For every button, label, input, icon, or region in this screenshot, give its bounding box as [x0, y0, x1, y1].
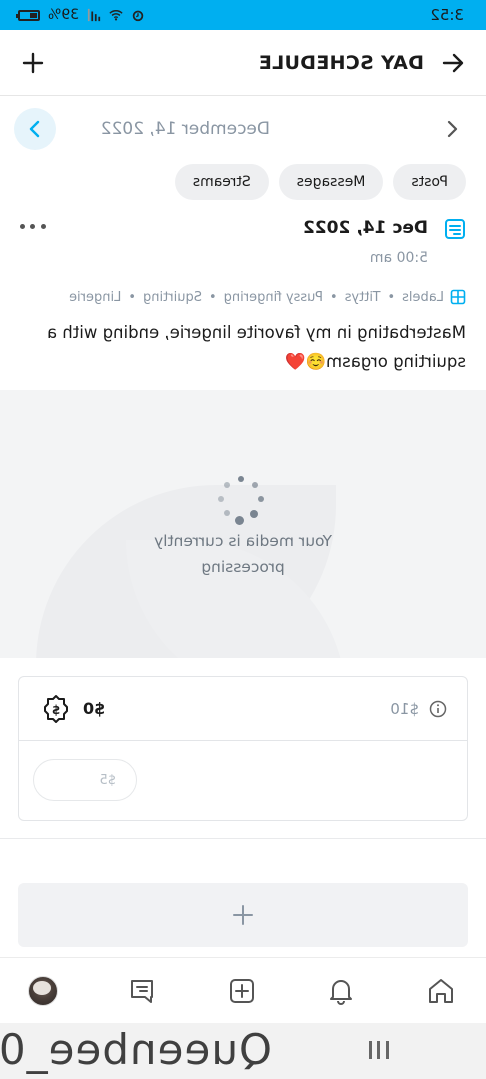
- battery-percent: 39%: [48, 7, 80, 23]
- current-price: $0: [83, 699, 106, 718]
- status-icons: 39%: [18, 7, 145, 23]
- nav-profile[interactable]: [26, 974, 60, 1008]
- menu-icon-bar: [386, 1041, 389, 1059]
- info-icon[interactable]: [429, 700, 447, 718]
- minimum-price: $10: [390, 699, 419, 718]
- bottom-navigation: [0, 957, 486, 1023]
- battery-level: [29, 12, 37, 18]
- tab-posts[interactable]: Posts: [393, 164, 466, 200]
- tab-messages[interactable]: Messages: [278, 164, 384, 200]
- chat-icon: [131, 979, 154, 1003]
- post-labels[interactable]: Labels • Tittys • Pussy fingering • Squi…: [0, 286, 486, 308]
- nav-notifications[interactable]: [325, 974, 359, 1008]
- media-placeholder: Your media is currently processing: [0, 390, 486, 658]
- signal-icon: [88, 8, 101, 22]
- plus-icon: [233, 905, 253, 925]
- next-day-button[interactable]: [14, 108, 56, 150]
- menu-icon-bar: [377, 1041, 381, 1059]
- media-status-text: Your media is currently processing: [154, 532, 332, 576]
- nav-new-post[interactable]: [225, 974, 259, 1008]
- label-item: Squirting: [143, 289, 202, 305]
- add-post-button[interactable]: [18, 883, 468, 947]
- label-item: Tittys: [344, 289, 381, 305]
- add-button[interactable]: [20, 50, 46, 76]
- separator-dot: •: [208, 289, 217, 305]
- more-icon-dot: [20, 224, 25, 229]
- plus-icon: [22, 52, 44, 73]
- label-item: Lingerie: [69, 289, 122, 305]
- menu-icon-bar: [369, 1041, 372, 1059]
- watermark-text: Queenbee_03: [0, 1025, 272, 1074]
- app-screen: 3:52 39% DAY SCHEDULE December 14, 2022 …: [0, 0, 486, 1079]
- more-icon-dot: [30, 224, 36, 229]
- more-options-button[interactable]: [20, 224, 46, 234]
- price-row: $10 $0 $: [19, 677, 467, 741]
- date-navigator: December 14, 2022: [0, 106, 486, 152]
- bell-icon: [330, 979, 353, 1005]
- home-icon: [429, 978, 453, 1003]
- post-icon: [445, 219, 465, 239]
- avatar: [28, 975, 58, 1006]
- arrow-left-icon: [442, 53, 464, 72]
- loading-spinner-icon: [218, 476, 264, 525]
- price-card: $10 $0 $ $5: [18, 676, 468, 821]
- nav-messages[interactable]: [126, 974, 160, 1008]
- price-settings-icon[interactable]: $: [41, 694, 71, 724]
- page-title: DAY SCHEDULE: [258, 51, 424, 74]
- labels-title: Labels: [402, 289, 444, 305]
- tab-streams[interactable]: Streams: [174, 164, 269, 200]
- svg-text:$: $: [52, 703, 60, 717]
- separator-dot: •: [329, 289, 338, 305]
- post-date: Dec 14, 2022: [303, 218, 428, 238]
- scheduled-post-header: Dec 14, 2022 5:00 am: [0, 214, 486, 278]
- label-item: Pussy fingering: [223, 289, 323, 305]
- labels-icon: [450, 289, 466, 305]
- price-input[interactable]: $5: [33, 759, 137, 801]
- post-caption: Masterbating in my favorite lingerie, en…: [46, 323, 466, 371]
- back-button[interactable]: [440, 50, 466, 76]
- post-time: 5:00 am: [369, 250, 428, 266]
- content-type-tabs: Posts Messages Streams: [0, 164, 486, 200]
- nav-home[interactable]: [424, 974, 458, 1008]
- previous-day-button[interactable]: [440, 117, 464, 141]
- more-icon-dot: [41, 224, 46, 229]
- chevron-left-icon: [447, 120, 458, 138]
- wifi-icon: [109, 10, 123, 21]
- current-date: December 14, 2022: [100, 119, 270, 139]
- recent-apps-button[interactable]: [369, 1041, 389, 1061]
- top-header: DAY SCHEDULE: [0, 30, 486, 96]
- battery-icon: [18, 9, 40, 21]
- status-time: 3:52: [430, 6, 464, 24]
- divider: [0, 838, 486, 839]
- status-bar: 3:52 39%: [0, 0, 486, 30]
- add-square-icon: [230, 978, 254, 1003]
- separator-dot: •: [387, 289, 396, 305]
- alarm-icon: [132, 10, 144, 22]
- separator-dot: •: [128, 289, 137, 305]
- chevron-right-icon: [29, 120, 40, 138]
